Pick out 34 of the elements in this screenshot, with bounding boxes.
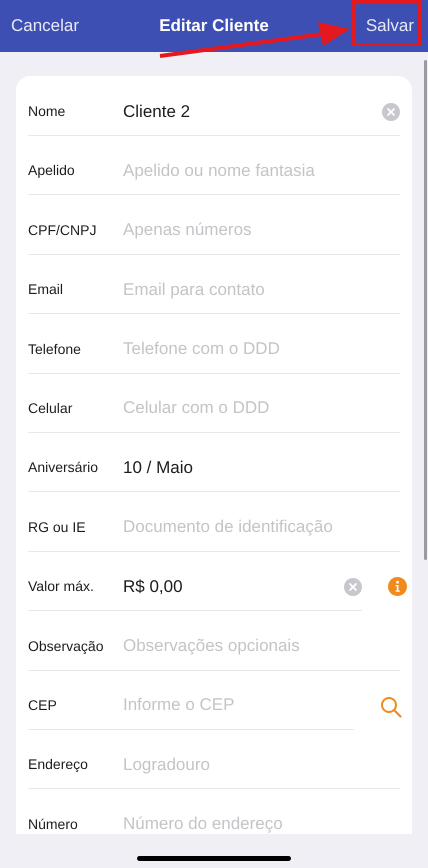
field-label: Observação: [28, 636, 104, 656]
input-field[interactable]: Cliente 2: [123, 96, 382, 126]
clear-icon[interactable]: [382, 102, 400, 120]
field-label: RG ou IE: [28, 518, 87, 537]
field-label: Número: [28, 814, 79, 834]
highlight-frame: [352, 0, 421, 46]
input-field[interactable]: Logradouro: [123, 750, 400, 780]
field-label: Valor máx.: [28, 577, 95, 596]
field-label: Aniversário: [28, 458, 100, 478]
input-field[interactable]: Observações opcionais: [123, 631, 400, 662]
input-field[interactable]: Telefone com o DDD: [123, 334, 400, 364]
info-icon[interactable]: [388, 577, 407, 596]
field-label: Telefone: [28, 340, 82, 359]
input-field[interactable]: R$ 0,00: [123, 572, 344, 602]
input-field[interactable]: Documento de identificação: [123, 512, 400, 542]
input-field[interactable]: Informe o CEP: [123, 690, 354, 720]
input-field[interactable]: Número do endereço: [123, 809, 400, 834]
field-label: Celular: [28, 398, 74, 418]
cancel-button[interactable]: Cancelar: [11, 13, 80, 39]
field-label: CEP: [28, 696, 58, 715]
save-button[interactable]: Salvar: [366, 13, 414, 39]
field-label: CPF/CNPJ: [28, 220, 98, 240]
input-field[interactable]: Apenas números: [123, 215, 400, 246]
field-label: Apelido: [28, 161, 76, 180]
field-label: Endereço: [28, 755, 89, 774]
input-field[interactable]: 10 / Maio: [123, 452, 400, 483]
search-icon[interactable]: [380, 696, 402, 718]
field-label: Nome: [28, 102, 66, 121]
field-label: Email: [28, 280, 64, 300]
input-field[interactable]: Email para contato: [123, 274, 400, 305]
input-field[interactable]: Celular com o DDD: [123, 393, 400, 424]
clear-icon[interactable]: [344, 578, 362, 596]
nav-title: Editar Cliente: [159, 15, 269, 38]
input-field[interactable]: Apelido ou nome fantasia: [123, 156, 400, 186]
